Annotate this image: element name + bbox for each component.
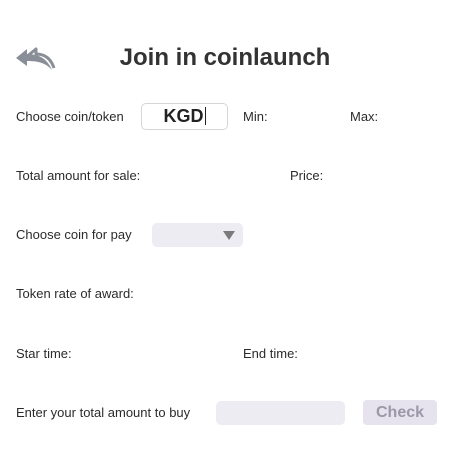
end-time-label: End time: bbox=[243, 346, 298, 361]
max-label: Max: bbox=[350, 109, 379, 124]
amount-to-buy-label: Enter your total amount to buy bbox=[16, 405, 191, 420]
text-caret bbox=[204, 107, 206, 125]
start-time-label: Star time: bbox=[16, 346, 72, 361]
price-label: Price: bbox=[290, 168, 324, 183]
choose-pay-coin-label: Choose coin for pay bbox=[16, 227, 132, 242]
page-title: Join in coinlaunch bbox=[119, 44, 331, 71]
coin-token-value: KGD bbox=[163, 106, 204, 126]
dropdown-arrow-icon bbox=[223, 231, 235, 240]
token-rate-label: Token rate of award: bbox=[16, 286, 134, 301]
choose-coin-label: Choose coin/token bbox=[16, 109, 124, 124]
total-amount-label: Total amount for sale: bbox=[16, 168, 141, 183]
amount-to-buy-input[interactable] bbox=[216, 401, 345, 425]
min-label: Min: bbox=[243, 109, 268, 124]
pay-coin-select[interactable] bbox=[152, 223, 243, 247]
coin-token-input[interactable]: KGD bbox=[141, 103, 228, 130]
check-button[interactable]: Check bbox=[363, 400, 437, 425]
